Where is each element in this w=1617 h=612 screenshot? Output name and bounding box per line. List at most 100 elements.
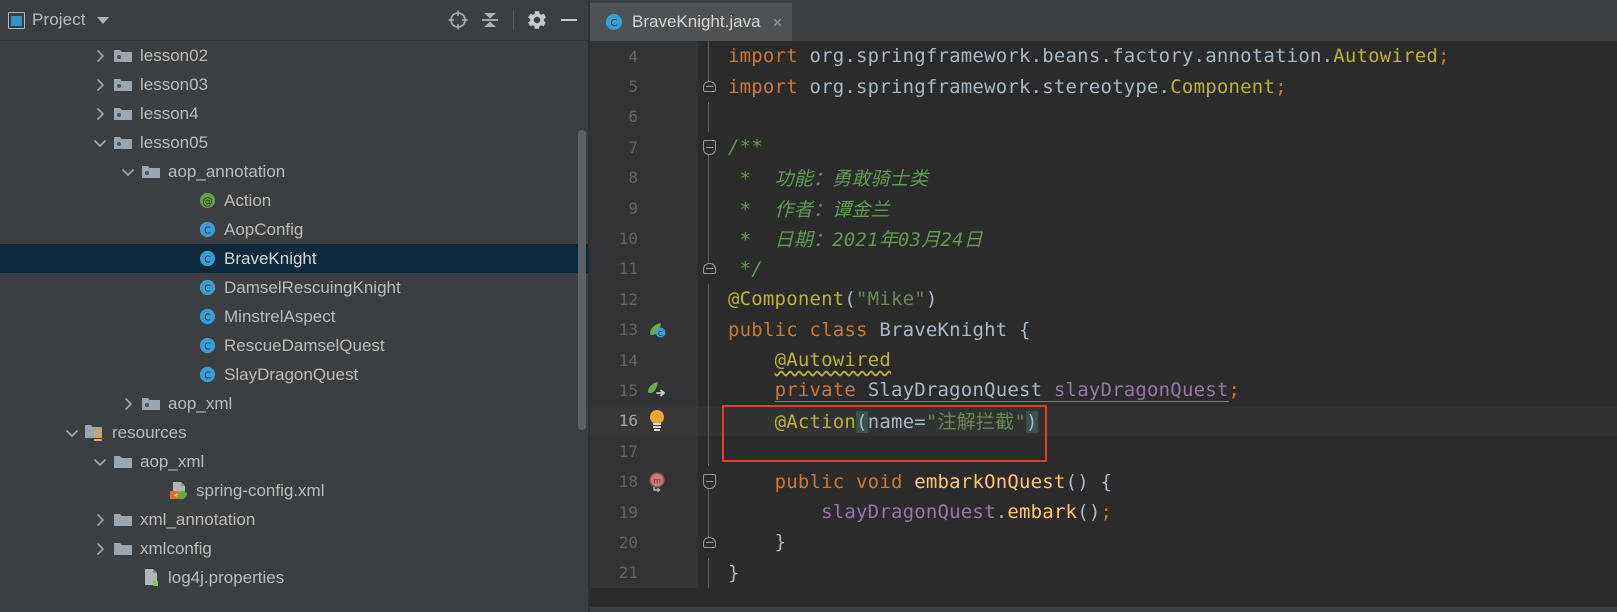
- chevron-down-icon[interactable]: [60, 425, 84, 441]
- line-gutter[interactable]: 10: [590, 223, 698, 254]
- code-line-10[interactable]: 10 * 日期：2021年03月24日: [590, 223, 1617, 254]
- fold-gutter[interactable]: [698, 101, 720, 133]
- fold-gutter[interactable]: [698, 375, 720, 406]
- code-line-12[interactable]: 12 @Component("Mike"): [590, 284, 1617, 315]
- code-line-20[interactable]: 20 }: [590, 527, 1617, 558]
- line-gutter[interactable]: 16: [590, 405, 698, 437]
- code-line-17[interactable]: 17: [590, 436, 1617, 467]
- tree-item-lesson4[interactable]: lesson4: [0, 99, 590, 128]
- line-gutter[interactable]: 8: [590, 162, 698, 193]
- spring-bean-icon[interactable]: C: [644, 320, 670, 340]
- chevron-right-icon[interactable]: [88, 48, 112, 64]
- chevron-down-icon[interactable]: [96, 16, 109, 24]
- project-tree-scrollbar[interactable]: [578, 130, 586, 430]
- tree-item-log4j-properties[interactable]: log4j.properties: [0, 563, 590, 592]
- code-line-5[interactable]: 5 import org.springframework.stereotype.C…: [590, 71, 1617, 102]
- chevron-down-icon[interactable]: [88, 135, 112, 151]
- fold-gutter[interactable]: [698, 71, 720, 102]
- line-gutter[interactable]: 18 m: [590, 466, 698, 497]
- fold-gutter[interactable]: [698, 496, 720, 528]
- tree-item-aopconfig[interactable]: C AopConfig: [0, 215, 590, 244]
- code-line-18[interactable]: 18 m public void embarkOnQuest() {: [590, 466, 1617, 497]
- code-line-14[interactable]: 14 @Autowired: [590, 344, 1617, 376]
- code-line-6[interactable]: 6: [590, 101, 1617, 133]
- line-gutter[interactable]: 11: [590, 253, 698, 285]
- fold-marker-open[interactable]: [702, 474, 716, 490]
- settings-button[interactable]: [522, 5, 552, 35]
- line-gutter[interactable]: 20: [590, 527, 698, 558]
- fold-gutter[interactable]: [698, 314, 720, 345]
- code-line-8[interactable]: 8 * 功能：勇敢骑士类: [590, 162, 1617, 193]
- fold-gutter[interactable]: [698, 527, 720, 558]
- tree-item-action[interactable]: @ Action: [0, 186, 590, 215]
- tree-item-lesson05[interactable]: lesson05: [0, 128, 590, 157]
- line-gutter[interactable]: 19: [590, 496, 698, 528]
- overridden-method-icon[interactable]: m: [644, 471, 670, 493]
- tree-item-lesson03[interactable]: lesson03: [0, 70, 590, 99]
- fold-gutter[interactable]: [698, 223, 720, 254]
- fold-gutter[interactable]: [698, 253, 720, 285]
- fold-gutter[interactable]: [698, 162, 720, 193]
- line-gutter[interactable]: 14: [590, 344, 698, 376]
- code-line-13[interactable]: 13 Cpublic class BraveKnight {: [590, 314, 1617, 345]
- tree-item-braveknight[interactable]: C BraveKnight: [0, 244, 590, 273]
- fold-gutter[interactable]: [698, 557, 720, 589]
- fold-gutter[interactable]: [698, 132, 720, 163]
- project-tree[interactable]: lesson02 lesson03 lesson4 lesson05 aop_a…: [0, 41, 590, 612]
- fold-gutter[interactable]: [698, 466, 720, 497]
- spring-autowired-icon[interactable]: [644, 380, 670, 400]
- tree-item-aop-xml[interactable]: aop_xml: [0, 447, 590, 476]
- tree-item-aop-xml[interactable]: aop_xml: [0, 389, 590, 418]
- close-icon[interactable]: ×: [773, 14, 783, 31]
- chevron-right-icon[interactable]: [88, 106, 112, 122]
- fold-marker-end[interactable]: [702, 536, 716, 548]
- line-gutter[interactable]: 6: [590, 101, 698, 133]
- line-gutter[interactable]: 7: [590, 132, 698, 163]
- line-gutter[interactable]: 15: [590, 375, 698, 406]
- line-gutter[interactable]: 5: [590, 71, 698, 102]
- code-line-11[interactable]: 11 */: [590, 253, 1617, 285]
- line-gutter[interactable]: 9: [590, 192, 698, 224]
- project-panel-title-group[interactable]: Project: [8, 10, 109, 30]
- chevron-right-icon[interactable]: [116, 396, 140, 412]
- line-gutter[interactable]: 13 C: [590, 314, 698, 345]
- line-gutter[interactable]: 21: [590, 557, 698, 589]
- tree-item-rescuedamselquest[interactable]: C RescueDamselQuest: [0, 331, 590, 360]
- code-line-9[interactable]: 9 * 作者：谭金兰: [590, 192, 1617, 224]
- code-line-21[interactable]: 21}: [590, 557, 1617, 589]
- tree-item-slaydragonquest[interactable]: C SlayDragonQuest: [0, 360, 590, 389]
- fold-gutter[interactable]: [698, 344, 720, 376]
- editor-tab-braveknight-java[interactable]: C BraveKnight.java ×: [590, 3, 793, 44]
- fold-gutter[interactable]: [698, 436, 720, 467]
- chevron-right-icon[interactable]: [88, 77, 112, 93]
- intention-bulb-icon[interactable]: [644, 410, 670, 432]
- fold-gutter[interactable]: [698, 41, 720, 72]
- collapse-all-button[interactable]: [475, 5, 505, 35]
- intention-bulb-icon[interactable]: [649, 410, 665, 432]
- chevron-down-icon[interactable]: [88, 454, 112, 470]
- fold-marker-open[interactable]: [702, 139, 716, 155]
- line-gutter[interactable]: 17: [590, 436, 698, 467]
- tree-item-spring-config-xml[interactable]: < spring-config.xml: [0, 476, 590, 505]
- chevron-right-icon[interactable]: [88, 541, 112, 557]
- fold-gutter[interactable]: [698, 405, 720, 437]
- tree-item-lesson02[interactable]: lesson02: [0, 41, 590, 70]
- code-line-15[interactable]: 15 private SlayDragonQuest slayDragonQue…: [590, 375, 1617, 406]
- hide-panel-button[interactable]: [554, 5, 584, 35]
- select-opened-file-button[interactable]: [443, 5, 473, 35]
- tree-item-xml-annotation[interactable]: xml_annotation: [0, 505, 590, 534]
- fold-marker-end[interactable]: [702, 263, 716, 275]
- code-line-7[interactable]: 7 /**: [590, 132, 1617, 163]
- line-gutter[interactable]: 12: [590, 284, 698, 315]
- line-gutter[interactable]: 4: [590, 41, 698, 72]
- tree-item-minstrelaspect[interactable]: C MinstrelAspect: [0, 302, 590, 331]
- tree-item-damselrescuingknight[interactable]: C DamselRescuingKnight: [0, 273, 590, 302]
- fold-gutter[interactable]: [698, 192, 720, 224]
- tree-item-aop-annotation[interactable]: aop_annotation: [0, 157, 590, 186]
- code-line-16[interactable]: 16 @Action(name="注解拦截"): [590, 405, 1617, 437]
- code-line-19[interactable]: 19 slayDragonQuest.embark();: [590, 496, 1617, 528]
- code-editor[interactable]: 4 import org.springframework.beans.factor…: [590, 41, 1617, 612]
- tree-item-resources[interactable]: resources: [0, 418, 590, 447]
- fold-gutter[interactable]: [698, 284, 720, 315]
- code-line-4[interactable]: 4 import org.springframework.beans.factor…: [590, 41, 1617, 72]
